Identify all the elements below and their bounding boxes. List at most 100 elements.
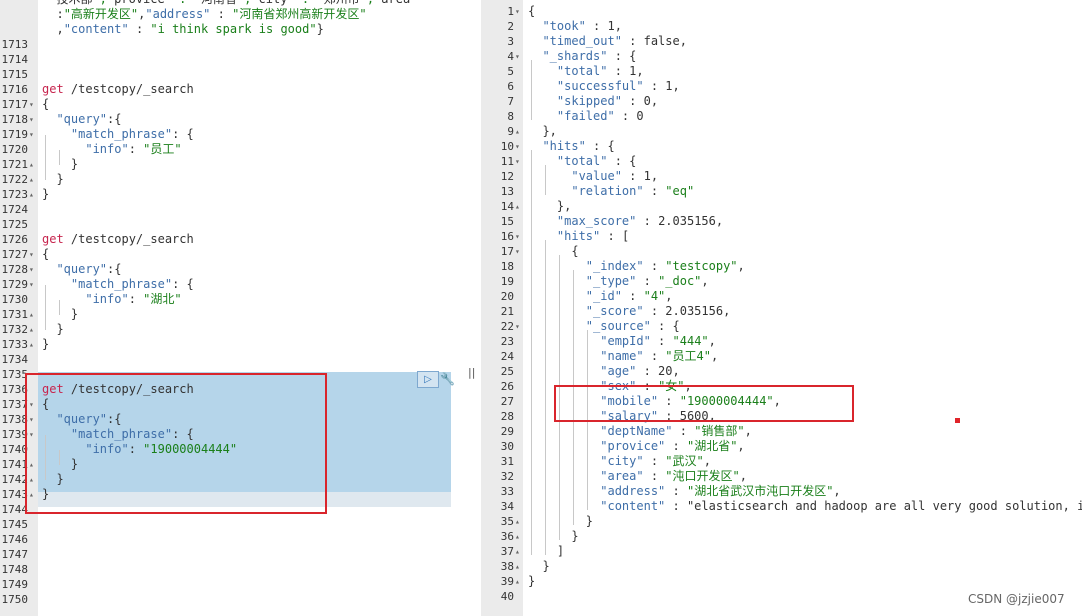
code-text: "match_phrase": { [70,277,194,291]
code-line[interactable]: 1748 [0,562,456,577]
pane-splitter-icon[interactable]: || [468,366,478,380]
fold-collapse-icon[interactable]: ▾ [29,127,34,142]
wrench-icon[interactable]: 🔧 [440,372,455,386]
fold-collapse-icon[interactable]: ▾ [29,247,34,262]
fold-collapse-icon[interactable]: ▾ [515,319,520,334]
code-line[interactable]: 1734 [0,352,456,367]
fold-expand-icon[interactable]: ▴ [515,544,520,559]
fold-expand-icon[interactable]: ▴ [29,322,34,337]
code-line[interactable]: 14 ▴ }, [481,199,1082,214]
code-line[interactable]: 10 ▾ "hits" : { [481,139,1082,154]
code-line[interactable]: 1719 ▾ "match_phrase": { [0,127,456,142]
code-line[interactable]: 3 "timed_out" : false, [481,34,1082,49]
code-line[interactable]: 1721 ▴ } [0,157,456,172]
fold-collapse-icon[interactable]: ▾ [515,49,520,64]
code-line[interactable]: 20 "_id" : "4", [481,289,1082,304]
code-line[interactable]: 1724 [0,202,456,217]
code-line[interactable]: 技术部","provice" : "河南省","city" : "郑州市","a… [0,0,456,7]
code-line[interactable]: 7 "skipped" : 0, [481,94,1082,109]
code-line[interactable]: 21 "_score" : 2.035156, [481,304,1082,319]
code-line[interactable]: 24 "name" : "员工4", [481,349,1082,364]
code-line[interactable]: 19 "_type" : "_doc", [481,274,1082,289]
code-line[interactable]: 25 "age" : 20, [481,364,1082,379]
code-line[interactable]: 1730 "info": "湖北" [0,292,456,307]
code-line[interactable]: 1713 [0,37,456,52]
code-text: "total" : 1, [556,64,644,78]
code-line[interactable]: 1720 "info": "员工" [0,142,456,157]
code-line[interactable]: 12 "value" : 1, [481,169,1082,184]
code-line[interactable]: 1749 [0,577,456,592]
code-line[interactable]: :"高新开发区","address" : "河南省郑州高新开发区" [0,7,456,22]
code-line[interactable]: 32 "area" : "沌口开发区", [481,469,1082,484]
fold-collapse-icon[interactable]: ▾ [515,4,520,19]
code-line[interactable]: 11 ▾ "total" : { [481,154,1082,169]
code-line[interactable]: 33 "address" : "湖北省武汉市沌口开发区", [481,484,1082,499]
code-line[interactable]: 2 "took" : 1, [481,19,1082,34]
code-line[interactable]: 1714 [0,52,456,67]
fold-collapse-icon[interactable]: ▾ [515,139,520,154]
code-line[interactable]: 1729 ▾ "match_phrase": { [0,277,456,292]
code-line[interactable]: 1725 [0,217,456,232]
code-line[interactable]: 4 ▾ "_shards" : { [481,49,1082,64]
fold-expand-icon[interactable]: ▴ [29,337,34,352]
code-line[interactable]: 1726 get /testcopy/_search [0,232,456,247]
code-line[interactable]: 1 ▾ { [481,4,1082,19]
code-line[interactable]: 37 ▴ ] [481,544,1082,559]
fold-expand-icon[interactable]: ▴ [29,307,34,322]
code-line[interactable]: 1733 ▴} [0,337,456,352]
fold-collapse-icon[interactable]: ▾ [515,154,520,169]
fold-expand-icon[interactable]: ▴ [29,157,34,172]
code-line[interactable]: 39 ▴} [481,574,1082,589]
fold-expand-icon[interactable]: ▴ [515,124,520,139]
code-line[interactable]: 1717 ▾ { [0,97,456,112]
code-line[interactable]: 1722 ▴ } [0,172,456,187]
code-line[interactable]: 1731 ▴ } [0,307,456,322]
code-line[interactable]: 8 "failed" : 0 [481,109,1082,124]
code-line[interactable]: 13 "relation" : "eq" [481,184,1082,199]
run-request-button[interactable]: ▷ [417,371,439,388]
code-line[interactable]: 36 ▴ } [481,529,1082,544]
code-line[interactable]: 1716 get /testcopy/_search [0,82,456,97]
request-editor-pane[interactable]: 技术部","provice" : "河南省","city" : "郑州市","a… [0,0,456,616]
fold-expand-icon[interactable]: ▴ [29,187,34,202]
code-line[interactable]: 5 "total" : 1, [481,64,1082,79]
code-line[interactable]: 1728 ▾ "query":{ [0,262,456,277]
code-line[interactable]: 23 "empId" : "444", [481,334,1082,349]
code-line[interactable]: 1727 ▾ { [0,247,456,262]
code-line[interactable]: 1718 ▾ "query":{ [0,112,456,127]
code-line[interactable]: 1715 [0,67,456,82]
code-line[interactable]: 15 "max_score" : 2.035156, [481,214,1082,229]
fold-collapse-icon[interactable]: ▾ [29,277,34,292]
fold-collapse-icon[interactable]: ▾ [515,229,520,244]
fold-collapse-icon[interactable]: ▾ [515,244,520,259]
code-line[interactable]: 29 "deptName" : "销售部", [481,424,1082,439]
code-line[interactable]: 18 "_index" : "testcopy", [481,259,1082,274]
code-line[interactable]: 22 ▾ "_source" : { [481,319,1082,334]
code-line[interactable]: 31 "city" : "武汉", [481,454,1082,469]
code-line[interactable]: 1745 [0,517,456,532]
code-line[interactable]: 1750 [0,592,456,607]
fold-expand-icon[interactable]: ▴ [515,529,520,544]
code-line[interactable]: 9 ▴ }, [481,124,1082,139]
fold-collapse-icon[interactable]: ▾ [29,97,34,112]
code-line[interactable]: 17 ▾ { [481,244,1082,259]
fold-collapse-icon[interactable]: ▾ [29,262,34,277]
fold-expand-icon[interactable]: ▴ [515,574,520,589]
code-line[interactable]: 38 ▴ } [481,559,1082,574]
code-line[interactable]: 1747 [0,547,456,562]
code-line[interactable]: 1746 [0,532,456,547]
fold-collapse-icon[interactable]: ▾ [29,112,34,127]
code-line[interactable]: 1732 ▴ } [0,322,456,337]
fold-expand-icon[interactable]: ▴ [515,559,520,574]
code-line[interactable]: 6 "successful" : 1, [481,79,1082,94]
fold-expand-icon[interactable]: ▴ [515,199,520,214]
response-viewer-pane[interactable]: 1 ▾{2 "took" : 1, 3 "timed_out" : false, 4 ▾… [481,0,1082,616]
fold-expand-icon[interactable]: ▴ [29,172,34,187]
code-line[interactable]: 35 ▴ } [481,514,1082,529]
code-line[interactable]: 30 "provice" : "湖北省", [481,439,1082,454]
code-line[interactable]: ,"content" : "i think spark is good"} [0,22,456,37]
code-line[interactable]: 1723 ▴} [0,187,456,202]
fold-expand-icon[interactable]: ▴ [515,514,520,529]
code-line[interactable]: 16 ▾ "hits" : [ [481,229,1082,244]
code-line[interactable]: 34 "content" : "elasticsearch and hadoop… [481,499,1082,514]
